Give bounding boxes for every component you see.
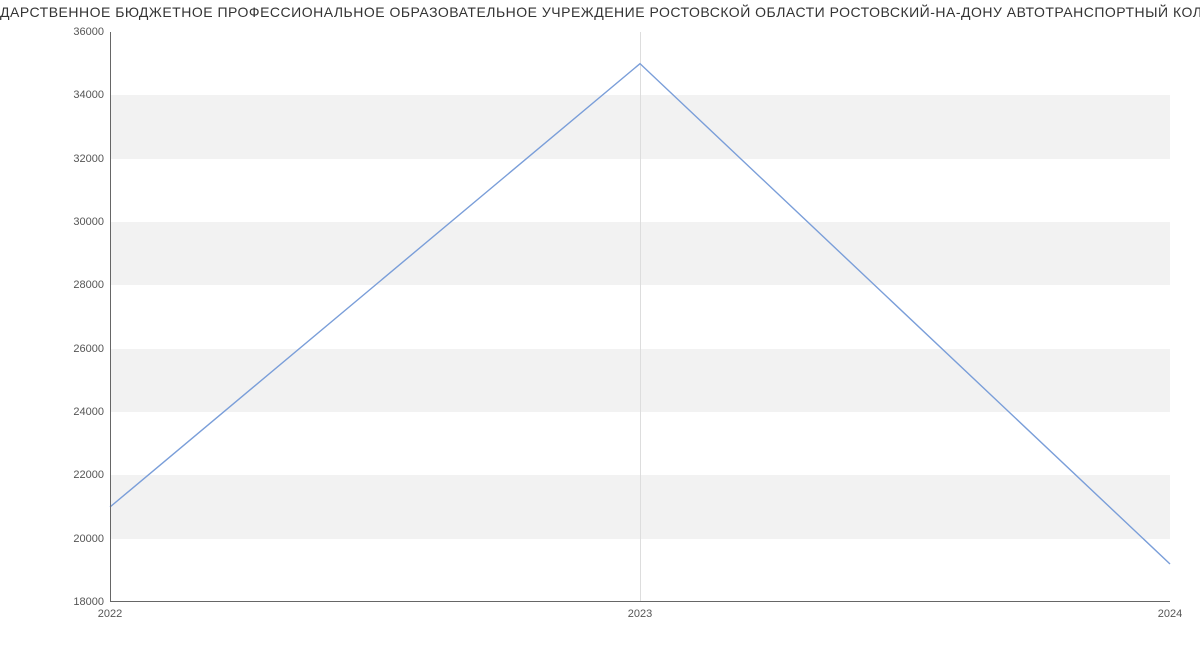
y-tick-label: 36000 [73, 26, 104, 38]
y-tick-label: 24000 [73, 406, 104, 418]
y-tick-label: 22000 [73, 469, 104, 481]
y-axis-line [110, 32, 111, 602]
y-tick-label: 34000 [73, 89, 104, 101]
y-tick-label: 32000 [73, 153, 104, 165]
y-tick-label: 20000 [73, 533, 104, 545]
x-axis-line [110, 601, 1170, 602]
x-tick-label: 2023 [628, 608, 652, 620]
line-series [110, 32, 1170, 602]
y-tick-label: 18000 [73, 596, 104, 608]
plot-background [110, 32, 1170, 602]
series-path [110, 64, 1170, 564]
y-tick-label: 28000 [73, 279, 104, 291]
x-tick-label: 2022 [98, 608, 122, 620]
y-tick-label: 30000 [73, 216, 104, 228]
x-tick-label: 2024 [1158, 608, 1182, 620]
chart-plot-area: 1800020000220002400026000280003000032000… [110, 32, 1170, 602]
y-tick-label: 26000 [73, 343, 104, 355]
chart-title: ДАРСТВЕННОЕ БЮДЖЕТНОЕ ПРОФЕССИОНАЛЬНОЕ О… [0, 4, 1200, 20]
